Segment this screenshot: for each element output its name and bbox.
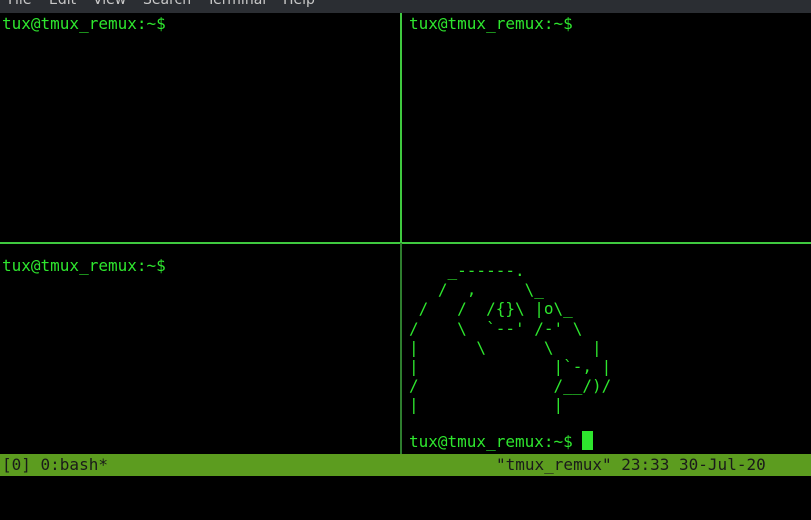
prompt-line: tux@tmux_remux:~$ <box>409 431 594 453</box>
terminal-area[interactable]: tux@tmux_remux:~$ tux@tmux_remux:~$ tux@… <box>0 13 811 454</box>
cursor <box>582 431 594 450</box>
menu-file[interactable]: File <box>8 0 31 8</box>
menu-view[interactable]: View <box>93 0 126 8</box>
menu-edit[interactable]: Edit <box>49 0 76 8</box>
menu-help[interactable]: Help <box>283 0 315 8</box>
prompt: tux@tmux_remux:~$ <box>409 432 583 451</box>
tmux-status-bar: [0] 0:bash* "tmux_remux" 23:33 30-Jul-20 <box>0 454 811 476</box>
pane-bottom-left[interactable]: tux@tmux_remux:~$ <box>0 244 400 454</box>
pane-top-left[interactable]: tux@tmux_remux:~$ <box>0 13 400 242</box>
status-session-clock: "tmux_remux" 23:33 30-Jul-20 <box>496 455 766 474</box>
prompt: tux@tmux_remux:~$ <box>2 256 166 275</box>
pane-top-right[interactable]: tux@tmux_remux:~$ <box>402 13 811 242</box>
pane-bottom-right[interactable]: _------. / , \_ / / /{}\ |o\_ / \ `--' /… <box>402 244 811 454</box>
prompt: tux@tmux_remux:~$ <box>2 14 166 33</box>
menu-terminal[interactable]: Terminal <box>207 0 266 8</box>
pane-divider-vertical-bottom[interactable] <box>400 243 402 454</box>
menubar: File Edit View Search Terminal Help <box>0 0 811 13</box>
prompt: tux@tmux_remux:~$ <box>409 14 573 33</box>
pane-divider-horizontal[interactable] <box>0 242 811 244</box>
ascii-art: _------. / , \_ / / /{}\ |o\_ / \ `--' /… <box>409 261 612 415</box>
status-window-list[interactable]: [0] 0:bash* <box>2 454 108 476</box>
menu-search[interactable]: Search <box>143 0 191 8</box>
